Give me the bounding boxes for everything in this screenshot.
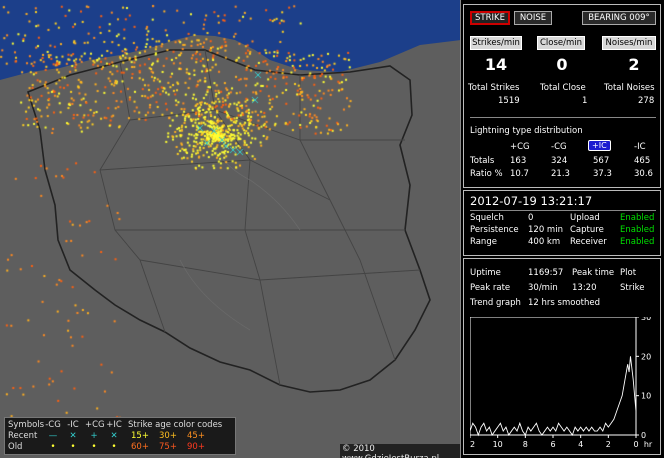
close-per-min-header: Close/min — [537, 36, 585, 50]
x-tick-label: 6 — [550, 440, 555, 449]
legend-recent-label: Recent — [8, 431, 38, 441]
totals-nic: 465 — [634, 156, 651, 166]
legend-age-90: 90+ — [187, 442, 205, 452]
legend-old-ncg: • — [50, 442, 56, 452]
ratio-ncg: 21.3 — [551, 169, 570, 179]
dist-header-nic: -IC — [634, 142, 646, 152]
peak-rate-value: 30/min — [528, 283, 558, 293]
legend-old-nic: • — [70, 442, 76, 452]
legend-header-ncg: -CG — [45, 420, 61, 430]
legend-old-pcg: • — [91, 442, 97, 452]
divider — [470, 210, 656, 211]
close-per-min-value: 0 — [556, 55, 568, 74]
uptime-value: 1169:57 — [528, 268, 564, 278]
total-strikes-value: 1519 — [498, 96, 520, 106]
trend-graph: 121086420hr0102030 — [470, 317, 653, 449]
total-close-label: Total Close — [540, 83, 586, 93]
x-tick-label: 0 — [633, 440, 638, 449]
distribution-title: Lightning type distribution — [470, 126, 583, 136]
ratio-label: Ratio % — [470, 169, 503, 179]
trend-label: Trend graph — [470, 298, 521, 308]
x-tick-label: 10 — [493, 440, 503, 449]
receiver-status: Enabled — [620, 237, 655, 247]
legend-recent-ncg: — — [48, 431, 58, 441]
strike-button[interactable]: STRIKE — [470, 11, 510, 25]
legend-age-60: 60+ — [131, 442, 149, 452]
strikes-per-min-value: 14 — [484, 55, 508, 74]
noises-per-min-value: 2 — [628, 55, 640, 74]
stats-panel: STRIKE NOISE BEARING 009° Strikes/min Cl… — [463, 4, 661, 188]
uptime-label: Uptime — [470, 268, 501, 278]
trend-value: 12 hrs smoothed — [528, 298, 600, 308]
squelch-value: 0 — [528, 213, 534, 223]
y-tick-label: 10 — [641, 392, 651, 401]
totals-ncg: 324 — [551, 156, 568, 166]
totals-pcg: 163 — [510, 156, 527, 166]
persistence-value: 120 min — [528, 225, 563, 235]
totals-pic: 567 — [593, 156, 610, 166]
x-tick-label: 8 — [523, 440, 528, 449]
legend-age-45: 45+ — [187, 431, 205, 441]
legend-header-pcg: +CG — [85, 420, 105, 430]
bearing-button[interactable]: BEARING 009° — [582, 11, 656, 25]
strike-markers — [0, 0, 460, 458]
total-strikes-label: Total Strikes — [468, 83, 520, 93]
capture-status: Enabled — [620, 225, 655, 235]
legend-old-pic: • — [111, 442, 117, 452]
squelch-label: Squelch — [470, 213, 504, 223]
ratio-pic: 37.3 — [593, 169, 612, 179]
x-axis-label: hr — [644, 440, 653, 449]
noises-per-min-header: Noises/min — [602, 36, 656, 50]
upload-status: Enabled — [620, 213, 655, 223]
total-noises-value: 278 — [638, 96, 655, 106]
capture-label: Capture — [570, 225, 604, 235]
divider — [470, 117, 656, 118]
legend-age-title: Strike age color codes — [128, 420, 223, 430]
trend-panel: Uptime 1169:57 Peak time Plot Peak rate … — [463, 258, 661, 455]
datetime: 2012-07-19 13:21:17 — [470, 194, 593, 208]
x-tick-label: 4 — [578, 440, 583, 449]
legend-recent-nic: ✕ — [69, 431, 77, 441]
x-tick-label: 2 — [606, 440, 611, 449]
legend-age-15: 15+ — [131, 431, 149, 441]
legend-recent-pic: ✕ — [110, 431, 118, 441]
map-legend: Symbols -CG -IC +CG +IC Strike age color… — [4, 417, 236, 455]
dist-header-ncg: -CG — [551, 142, 567, 152]
peak-rate-label: Peak rate — [470, 283, 511, 293]
y-tick-label: 20 — [641, 352, 651, 361]
plot-label: Plot — [620, 268, 637, 278]
legend-header-nic: -IC — [67, 420, 79, 430]
legend-age-75: 75+ — [159, 442, 177, 452]
totals-label: Totals — [470, 156, 495, 166]
ratio-pcg: 10.7 — [510, 169, 529, 179]
peak-time-label: Peak time — [572, 268, 615, 278]
strikes-per-min-header: Strikes/min — [470, 36, 522, 50]
copyright-text: © 2010 www.GdzieJestBurza.pl — [340, 444, 460, 458]
total-close-value: 1 — [582, 96, 588, 106]
plot-frame — [470, 317, 637, 436]
legend-age-30: 30+ — [159, 431, 177, 441]
dist-header-pcg: +CG — [510, 142, 530, 152]
lightning-map[interactable]: Symbols -CG -IC +CG +IC Strike age color… — [0, 0, 461, 458]
legend-recent-pcg: + — [90, 431, 98, 441]
persistence-label: Persistence — [470, 225, 519, 235]
legend-header-pic: +IC — [106, 420, 122, 430]
x-tick-label: 12 — [470, 440, 475, 449]
range-value: 400 km — [528, 237, 561, 247]
peak-time-value: 13:20 — [572, 283, 597, 293]
noise-button[interactable]: NOISE — [514, 11, 552, 25]
total-noises-label: Total Noises — [604, 83, 655, 93]
upload-label: Upload — [570, 213, 600, 223]
status-panel: 2012-07-19 13:21:17 Squelch 0 Upload Ena… — [463, 190, 661, 256]
plot-value[interactable]: Strike — [620, 283, 644, 293]
legend-symbols-label: Symbols — [8, 420, 45, 430]
receiver-label: Receiver — [570, 237, 607, 247]
range-label: Range — [470, 237, 497, 247]
dist-header-pic: +IC — [588, 140, 611, 151]
y-tick-label: 30 — [641, 317, 651, 322]
ratio-nic: 30.6 — [634, 169, 653, 179]
y-tick-label: 0 — [641, 431, 646, 440]
legend-old-label: Old — [8, 442, 23, 452]
